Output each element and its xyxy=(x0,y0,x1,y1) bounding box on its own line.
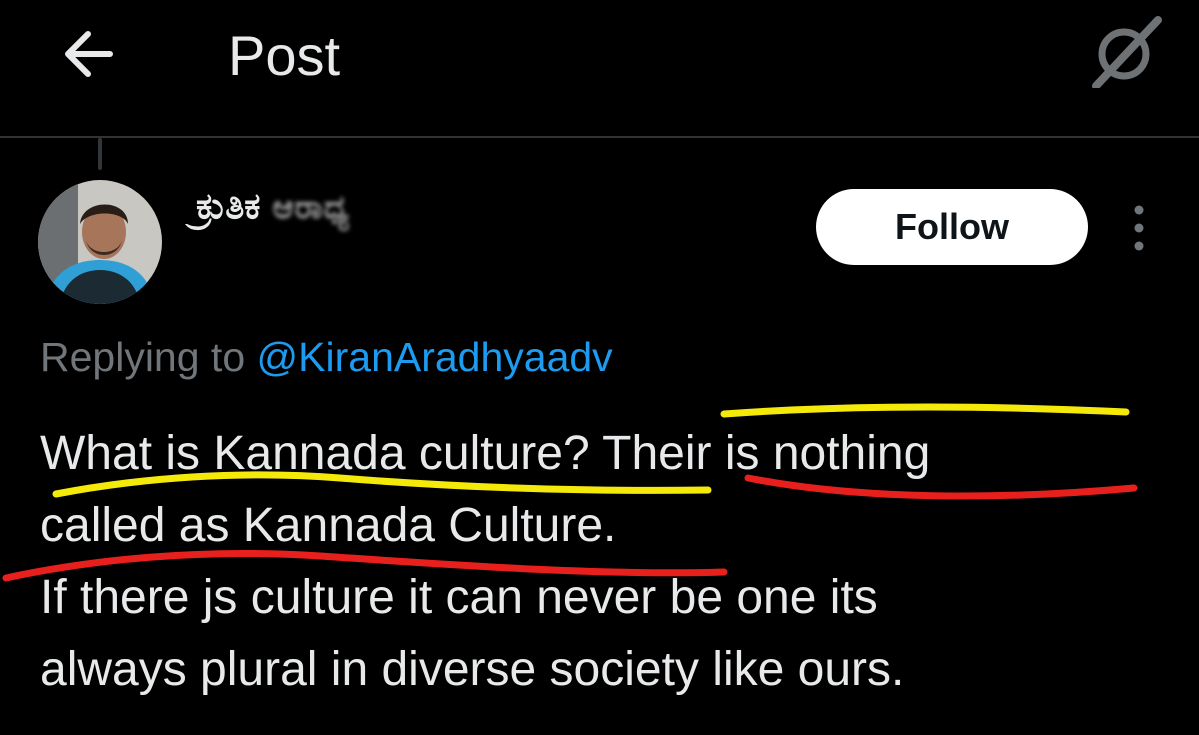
header-divider xyxy=(0,136,1199,138)
top-bar: Post xyxy=(0,0,1199,136)
back-button[interactable] xyxy=(58,24,122,84)
more-vertical-icon xyxy=(1134,205,1144,251)
grok-icon[interactable] xyxy=(1086,16,1164,90)
yellow-underline-top xyxy=(720,403,1130,418)
thread-connector xyxy=(98,138,102,170)
author-display-name[interactable]: ಕ್ರುತಿಕ ಆರಾಧ್ಯ xyxy=(196,186,350,228)
arrow-left-icon xyxy=(65,31,113,77)
replying-to: Replying to @KiranAradhyaadv xyxy=(40,334,613,381)
avatar[interactable] xyxy=(38,180,162,304)
post-text-line: always plural in diverse society like ou… xyxy=(40,643,905,696)
follow-button[interactable]: Follow xyxy=(816,189,1088,265)
post-text: What is Kannada culture? Their is nothin… xyxy=(40,418,1160,706)
post-text-line: What is Kannada culture? Their is nothin… xyxy=(40,427,931,480)
author-name-redacted: ಆರಾಧ್ಯ xyxy=(272,188,350,226)
more-options-button[interactable] xyxy=(1124,202,1154,254)
replying-to-label: Replying to xyxy=(40,334,246,380)
author-name-visible: ಕ್ರುತಿಕ xyxy=(196,186,261,227)
post-text-line: If there js culture it can never be one … xyxy=(40,571,878,624)
post-text-line: called as Kannada Culture. xyxy=(40,499,617,552)
replying-to-handle-link[interactable]: @KiranAradhyaadv xyxy=(257,334,613,380)
page-title: Post xyxy=(228,24,341,87)
